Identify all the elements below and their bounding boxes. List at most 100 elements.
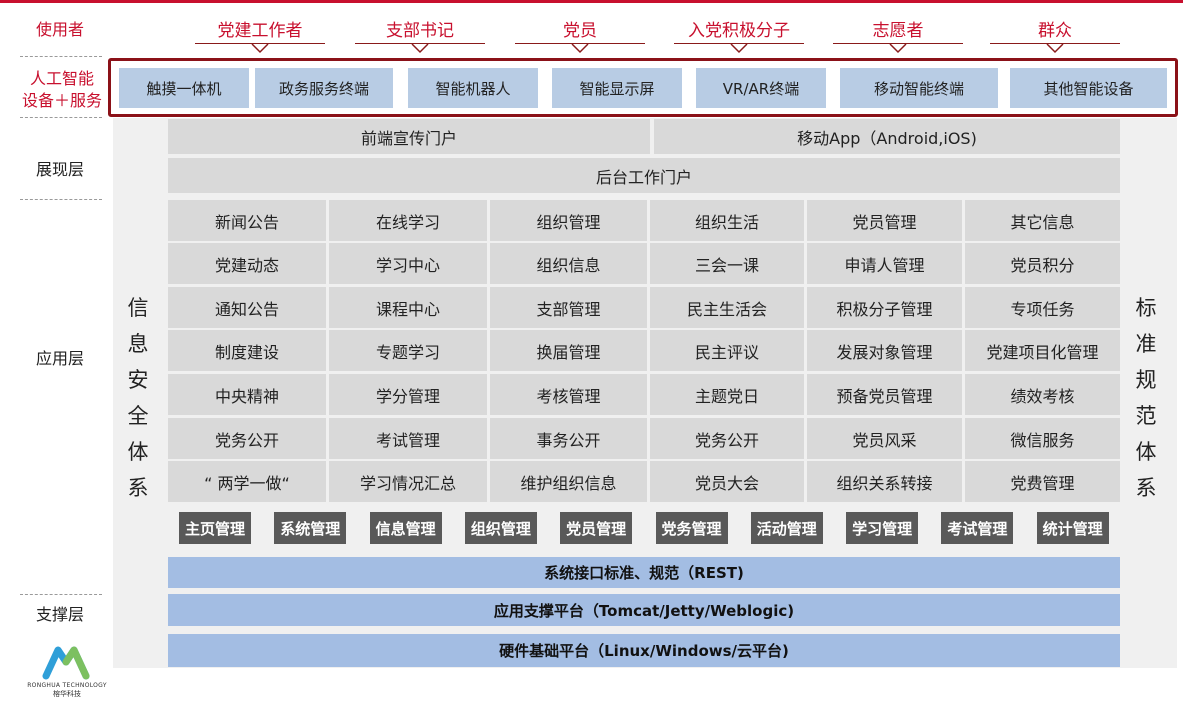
function-cell: 组织关系转接 <box>807 461 962 502</box>
ai-device-item: 触摸一体机 <box>119 68 249 108</box>
layer-divider <box>20 199 102 200</box>
role-label: 党员 <box>563 21 597 41</box>
function-cell: “ 两学一做“ <box>168 461 326 502</box>
layer-label-support: 支撑层 <box>35 605 84 624</box>
function-cell: 申请人管理 <box>807 243 962 284</box>
mobile-app-portal: 移动App（Android,iOS) <box>654 119 1120 154</box>
function-cell: 换届管理 <box>490 330 647 371</box>
layer-divider <box>20 117 102 118</box>
ronghua-logo-icon <box>42 646 90 680</box>
function-cell: 党务公开 <box>168 418 326 459</box>
function-cell: 学分管理 <box>329 374 487 415</box>
layer-label-presentation: 展现层 <box>35 160 84 179</box>
ai-device-item: 其他智能设备 <box>1010 68 1167 108</box>
module-tag: 组织管理 <box>464 512 537 544</box>
security-char: 全 <box>127 404 149 428</box>
function-cell: 学习情况汇总 <box>329 461 487 502</box>
module-tag: 主页管理 <box>179 512 251 544</box>
standards-char: 系 <box>1135 476 1157 500</box>
security-char: 息 <box>127 332 149 356</box>
function-cell: 党员大会 <box>650 461 804 502</box>
function-cell: 民主评议 <box>650 330 804 371</box>
function-cell: 组织信息 <box>490 243 647 284</box>
chevron-down-icon <box>730 43 748 54</box>
role-label: 党建工作者 <box>217 21 303 41</box>
function-cell: 维护组织信息 <box>490 461 647 502</box>
layer-label-ai-line2: 设备＋服务 <box>21 91 102 110</box>
logo-text-en: RONGHUA TECHNOLOGY <box>27 682 107 689</box>
hardware-platform-bar: 硬件基础平台（Linux/Windows/云平台) <box>168 634 1120 667</box>
function-cell: 党费管理 <box>965 461 1120 502</box>
top-accent-line <box>0 0 1183 3</box>
function-cell: 考试管理 <box>329 418 487 459</box>
chevron-down-icon <box>1046 43 1064 54</box>
function-cell: 绩效考核 <box>965 374 1120 415</box>
module-tag: 党务管理 <box>655 512 728 544</box>
function-cell: 新闻公告 <box>168 200 326 241</box>
function-cell: 党务公开 <box>650 418 804 459</box>
application-support-bar: 应用支撑平台（Tomcat/Jetty/Weblogic) <box>168 594 1120 626</box>
layer-label-users: 使用者 <box>35 20 84 39</box>
role-label: 志愿者 <box>872 21 924 41</box>
function-cell: 党建动态 <box>168 243 326 284</box>
ai-device-item: VR/AR终端 <box>696 68 826 108</box>
module-tag: 考试管理 <box>941 512 1014 544</box>
ai-device-item: 智能机器人 <box>408 68 538 108</box>
interface-standard-bar: 系统接口标准、规范（REST) <box>168 557 1120 588</box>
front-portal: 前端宣传门户 <box>168 119 650 154</box>
role-label: 入党积极分子 <box>688 21 790 41</box>
function-cell: 中央精神 <box>168 374 326 415</box>
standards-char: 体 <box>1135 440 1157 464</box>
chevron-down-icon <box>571 43 589 54</box>
standards-char: 规 <box>1135 368 1157 392</box>
function-cell: 积极分子管理 <box>807 287 962 328</box>
layer-label-ai: 人工智能 设备＋服务 <box>14 68 110 112</box>
function-cell: 发展对象管理 <box>807 330 962 371</box>
function-cell: 事务公开 <box>490 418 647 459</box>
standards-char: 标 <box>1135 296 1157 320</box>
function-cell: 支部管理 <box>490 287 647 328</box>
layer-label-ai-line1: 人工智能 <box>29 69 94 88</box>
module-tag: 活动管理 <box>750 512 823 544</box>
chevron-down-icon <box>889 43 907 54</box>
function-cell: 课程中心 <box>329 287 487 328</box>
standards-system-column: 标准规范体系 <box>1126 290 1166 506</box>
function-cell: 其它信息 <box>965 200 1120 241</box>
ai-device-item: 政务服务终端 <box>255 68 393 108</box>
security-system-column: 信息安全体系 <box>118 290 158 506</box>
chevron-down-icon <box>411 43 429 54</box>
function-cell: 组织管理 <box>490 200 647 241</box>
function-cell: 在线学习 <box>329 200 487 241</box>
standards-char: 准 <box>1135 332 1157 356</box>
function-cell: 三会一课 <box>650 243 804 284</box>
function-cell: 民主生活会 <box>650 287 804 328</box>
security-char: 安 <box>127 368 149 392</box>
layer-divider <box>20 594 102 595</box>
function-cell: 微信服务 <box>965 418 1120 459</box>
function-cell: 专题学习 <box>329 330 487 371</box>
security-char: 系 <box>127 476 149 500</box>
role-label: 群众 <box>1038 21 1072 41</box>
function-cell: 学习中心 <box>329 243 487 284</box>
function-cell: 预备党员管理 <box>807 374 962 415</box>
function-cell: 制度建设 <box>168 330 326 371</box>
function-cell: 党建项目化管理 <box>965 330 1120 371</box>
role-label: 支部书记 <box>386 21 454 41</box>
function-cell: 专项任务 <box>965 287 1120 328</box>
backend-portal: 后台工作门户 <box>168 158 1120 193</box>
function-cell: 党员风采 <box>807 418 962 459</box>
ai-device-item: 智能显示屏 <box>552 68 682 108</box>
module-tag: 信息管理 <box>369 512 442 544</box>
layer-label-application: 应用层 <box>35 349 84 368</box>
logo-text-cn: 榕华科技 <box>53 690 81 698</box>
function-cell: 考核管理 <box>490 374 647 415</box>
standards-char: 范 <box>1135 404 1157 428</box>
function-cell: 党员管理 <box>807 200 962 241</box>
security-char: 体 <box>127 440 149 464</box>
function-cell: 组织生活 <box>650 200 804 241</box>
chevron-down-icon <box>251 43 269 54</box>
module-tag: 统计管理 <box>1036 512 1109 544</box>
function-cell: 党员积分 <box>965 243 1120 284</box>
function-cell: 主题党日 <box>650 374 804 415</box>
security-char: 信 <box>127 296 149 320</box>
